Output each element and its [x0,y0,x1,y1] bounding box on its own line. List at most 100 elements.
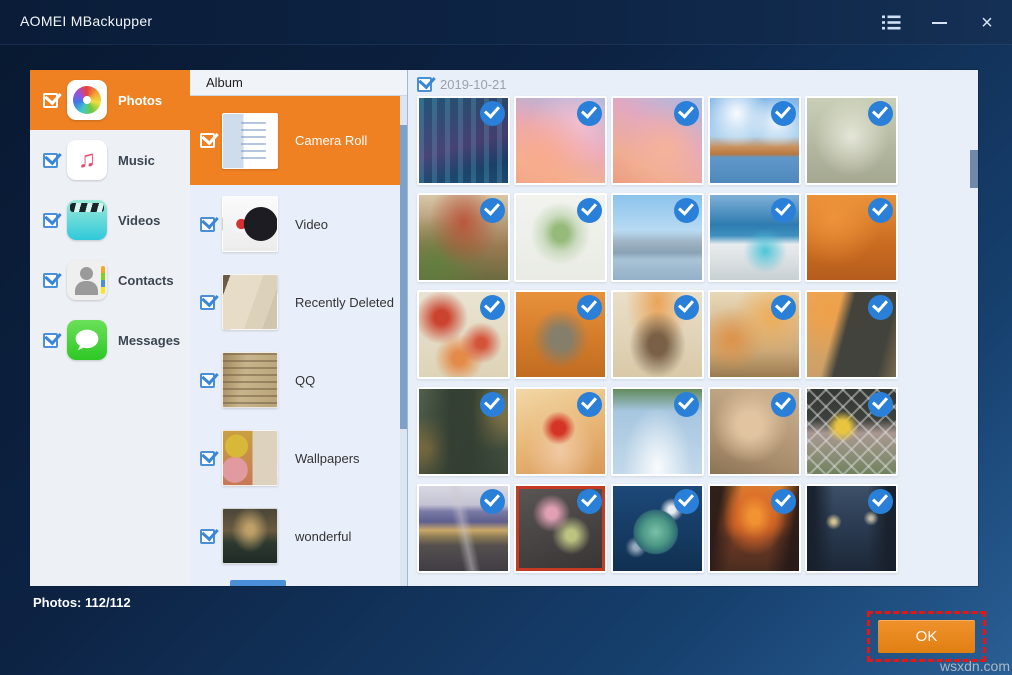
photo-selected-check-badge[interactable] [868,198,893,223]
sidebar-item-photos[interactable]: Photos [30,70,190,130]
album-item-label: Camera Roll [295,133,367,148]
photo-thumbnail-miniature-planet[interactable] [611,484,704,573]
photo-grid [408,96,978,573]
photo-thumbnail-anime-cottage[interactable] [417,193,510,282]
album-item-qq[interactable]: QQ [190,341,407,419]
sidebar-item-label: Contacts [118,273,174,288]
checkbox[interactable] [43,93,58,108]
photo-thumbnail-countryside-road[interactable] [805,96,898,185]
date-group-checkbox[interactable] [417,77,432,92]
album-scrollbar-thumb[interactable] [400,125,407,429]
photo-selected-check-badge[interactable] [868,295,893,320]
album-item-camera-roll[interactable]: Camera Roll [190,96,407,185]
sidebar-item-messages[interactable]: Messages [30,310,190,370]
photo-selected-check-badge[interactable] [577,101,602,126]
checkbox[interactable] [200,451,215,466]
photos-icon [67,80,107,120]
photo-selected-check-badge[interactable] [480,392,505,417]
photo-selected-check-badge[interactable] [868,489,893,514]
close-icon[interactable]: × [974,10,1000,36]
photo-thumbnail-mountain-road[interactable] [417,484,510,573]
menu-list-icon[interactable] [878,10,904,36]
videos-icon [67,200,107,240]
photo-thumbnail-stone-lantern-autumn[interactable] [514,290,607,379]
photo-selected-check-badge[interactable] [771,198,796,223]
app-window: AOMEI MBackupper × Photos♫MusicVideosCon… [0,0,1012,675]
album-item-video[interactable]: Video [190,185,407,263]
photo-selected-check-badge[interactable] [480,198,505,223]
date-label: 2019-10-21 [440,77,507,92]
category-sidebar: Photos♫MusicVideos Contacts Messages [30,70,190,586]
messages-icon [67,320,107,360]
photo-selected-check-badge[interactable] [771,392,796,417]
sidebar-item-videos[interactable]: Videos [30,190,190,250]
ok-button[interactable]: OK [878,620,975,653]
album-scrollbar[interactable] [400,96,407,586]
photo-selected-check-badge[interactable] [577,198,602,223]
photo-selected-check-badge[interactable] [771,295,796,320]
photos-count-status: Photos: 112/112 [33,595,131,610]
photo-selected-check-badge[interactable] [674,295,699,320]
photo-thumbnail-santorini-pool[interactable] [708,193,801,282]
photo-selected-check-badge[interactable] [771,489,796,514]
photo-thumbnail-autumn-dark-shed[interactable] [805,290,898,379]
photo-selected-check-badge[interactable] [771,101,796,126]
checkbox[interactable] [200,295,215,310]
photo-thumbnail-blossoms-red-frame[interactable] [514,484,607,573]
photo-selected-check-badge[interactable] [674,392,699,417]
photo-selected-check-badge[interactable] [868,392,893,417]
album-item-recently-deleted[interactable]: Recently Deleted [190,263,407,341]
photo-selected-check-badge[interactable] [674,101,699,126]
photo-thumbnail-sky-through-leaves[interactable] [611,387,704,476]
album-item-label: wonderful [295,529,351,544]
album-column: Album Camera RollVideoRecently DeletedQQ… [190,70,408,586]
photo-thumbnail-withered-flower-sepia[interactable] [708,387,801,476]
grid-scrollbar-thumb[interactable] [970,150,978,188]
photo-thumbnail-autumn-garden-trees[interactable] [708,290,801,379]
music-icon: ♫ [67,140,107,180]
photo-thumbnail-pink-sunset-clouds-2[interactable] [611,96,704,185]
photo-selected-check-badge[interactable] [577,295,602,320]
photo-selected-check-badge[interactable] [674,198,699,223]
photo-thumbnail-night-city-street[interactable] [805,484,898,573]
ok-button-highlight: OK [867,611,986,662]
photo-thumbnail-yellow-rose-lattice-window[interactable] [805,387,898,476]
album-thumbnail [222,113,278,169]
sidebar-item-contacts[interactable]: Contacts [30,250,190,310]
album-item-wallpapers[interactable]: Wallpapers [190,419,407,497]
checkbox[interactable] [43,333,58,348]
photo-thumbnail-neon-city-night[interactable] [417,96,510,185]
photo-selected-check-badge[interactable] [674,489,699,514]
sidebar-item-label: Messages [118,333,180,348]
album-thumbnail [222,196,278,252]
checkbox[interactable] [200,133,215,148]
photo-thumbnail-shanghai-skyline[interactable] [611,193,704,282]
checkbox[interactable] [200,529,215,544]
photo-selected-check-badge[interactable] [480,101,505,126]
photo-selected-check-badge[interactable] [868,101,893,126]
photo-thumbnail-sunset-street[interactable] [708,484,801,573]
photo-selected-check-badge[interactable] [480,489,505,514]
photo-selected-check-badge[interactable] [577,489,602,514]
checkbox[interactable] [43,153,58,168]
checkbox[interactable] [43,213,58,228]
photo-thumbnail-tree-trunk-autumn[interactable] [417,387,510,476]
checkbox[interactable] [200,373,215,388]
photo-thumbnail-hand-holding-red-leaf[interactable] [514,387,607,476]
checkbox[interactable] [43,273,58,288]
photo-selected-check-badge[interactable] [480,295,505,320]
album-item-label: Recently Deleted [295,295,394,310]
sidebar-item-music[interactable]: ♫Music [30,130,190,190]
photo-thumbnail-japanese-gate-autumn[interactable] [611,290,704,379]
photo-thumbnail-maple-leaves-blur[interactable] [805,193,898,282]
photo-selected-check-badge[interactable] [577,392,602,417]
album-item-wonderful[interactable]: wonderful [190,497,407,575]
photo-thumbnail-pink-sunset-clouds-1[interactable] [514,96,607,185]
photo-thumbnail-watercolor-tree-deer[interactable] [514,193,607,282]
main-panel: Photos♫MusicVideosContactsMessages Album… [30,70,978,586]
checkbox[interactable] [200,217,215,232]
photo-thumbnail-red-maple-leaves[interactable] [417,290,510,379]
minimize-icon[interactable] [926,10,952,36]
photo-thumbnail-lakeside-town[interactable] [708,96,801,185]
album-item-label: Video [295,217,328,232]
